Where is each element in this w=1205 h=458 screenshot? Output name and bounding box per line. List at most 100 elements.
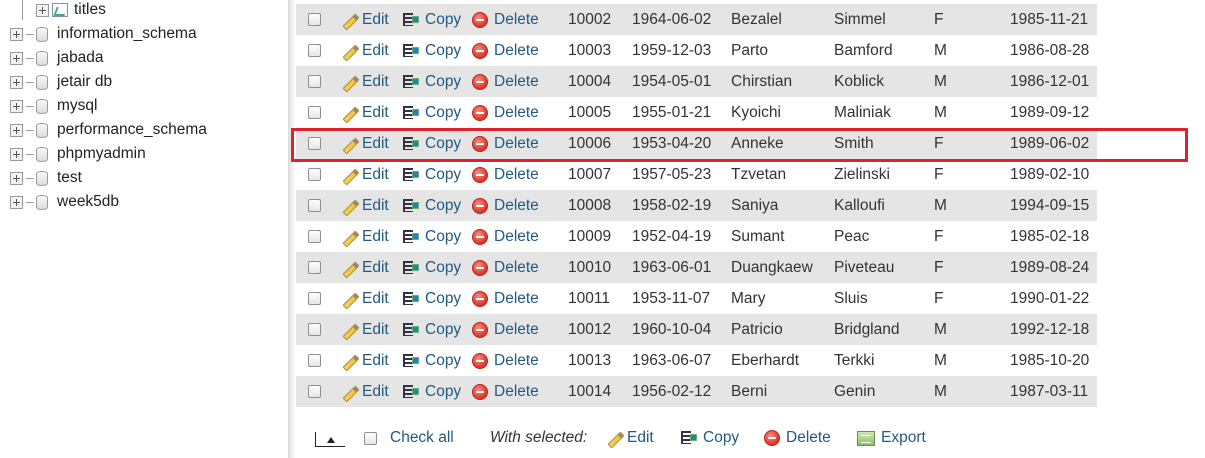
cell-hire-date[interactable]: 1989-09-12 <box>1010 97 1089 128</box>
row-checkbox[interactable] <box>308 13 321 26</box>
row-checkbox[interactable] <box>308 44 321 57</box>
row-edit-link[interactable]: Edit <box>340 4 389 35</box>
row-copy-link[interactable]: Copy <box>402 128 461 159</box>
row-delete-link[interactable]: Delete <box>472 252 539 283</box>
cell-last-name[interactable]: Koblick <box>834 66 884 97</box>
row-copy-link[interactable]: Copy <box>402 283 461 314</box>
sidebar-table-titles[interactable]: titles <box>36 0 106 22</box>
cell-first-name[interactable]: Parto <box>731 35 768 66</box>
cell-first-name[interactable]: Berni <box>731 376 767 407</box>
cell-last-name[interactable]: Piveteau <box>834 252 894 283</box>
expand-icon[interactable] <box>10 27 23 41</box>
row-edit-link[interactable]: Edit <box>340 314 389 345</box>
cell-last-name[interactable]: Maliniak <box>834 97 891 128</box>
cell-birth-date[interactable]: 1963-06-01 <box>632 252 711 283</box>
cell-gender[interactable]: M <box>934 35 947 66</box>
database-label[interactable]: phpmyadmin <box>57 145 146 163</box>
cell-last-name[interactable]: Zielinski <box>834 159 890 190</box>
row-copy-link[interactable]: Copy <box>402 314 461 345</box>
cell-hire-date[interactable]: 1989-08-24 <box>1010 252 1089 283</box>
row-copy-link[interactable]: Copy <box>402 66 461 97</box>
cell-first-name[interactable]: Tzvetan <box>731 159 786 190</box>
cell-birth-date[interactable]: 1955-01-21 <box>632 97 711 128</box>
sidebar-database-item[interactable]: week5db <box>10 190 119 214</box>
cell-first-name[interactable]: Chirstian <box>731 66 792 97</box>
bulk-edit-button[interactable]: Edit <box>605 422 654 454</box>
cell-first-name[interactable]: Sumant <box>731 221 784 252</box>
cell-hire-date[interactable]: 1985-02-18 <box>1010 221 1089 252</box>
sidebar-database-item[interactable]: jabada <box>10 46 104 70</box>
cell-hire-date[interactable]: 1985-10-20 <box>1010 345 1089 376</box>
cell-birth-date[interactable]: 1960-10-04 <box>632 314 711 345</box>
cell-birth-date[interactable]: 1963-06-07 <box>632 345 711 376</box>
cell-hire-date[interactable]: 1992-12-18 <box>1010 314 1089 345</box>
cell-hire-date[interactable]: 1989-06-02 <box>1010 128 1089 159</box>
bulk-delete-button[interactable]: Delete <box>764 422 831 454</box>
cell-gender[interactable]: F <box>934 252 943 283</box>
row-edit-link[interactable]: Edit <box>340 159 389 190</box>
row-checkbox[interactable] <box>308 137 321 150</box>
check-all-link[interactable]: Check all <box>390 422 454 454</box>
cell-emp-no[interactable]: 10005 <box>568 97 611 128</box>
cell-emp-no[interactable]: 10012 <box>568 314 611 345</box>
row-checkbox[interactable] <box>308 168 321 181</box>
expand-icon[interactable] <box>10 195 23 209</box>
cell-emp-no[interactable]: 10011 <box>568 283 610 314</box>
cell-hire-date[interactable]: 1985-11-21 <box>1010 4 1088 35</box>
row-checkbox[interactable] <box>308 354 321 367</box>
sidebar-database-item[interactable]: information_schema <box>10 22 197 46</box>
row-delete-link[interactable]: Delete <box>472 376 539 407</box>
cell-last-name[interactable]: Bridgland <box>834 314 900 345</box>
cell-emp-no[interactable]: 10010 <box>568 252 611 283</box>
cell-birth-date[interactable]: 1953-04-20 <box>632 128 711 159</box>
cell-last-name[interactable]: Sluis <box>834 283 868 314</box>
expand-icon[interactable] <box>10 75 23 89</box>
row-checkbox[interactable] <box>308 106 321 119</box>
row-edit-link[interactable]: Edit <box>340 97 389 128</box>
row-delete-link[interactable]: Delete <box>472 159 539 190</box>
row-delete-link[interactable]: Delete <box>472 221 539 252</box>
row-checkbox[interactable] <box>308 261 321 274</box>
cell-hire-date[interactable]: 1987-03-11 <box>1010 376 1088 407</box>
cell-hire-date[interactable]: 1986-08-28 <box>1010 35 1089 66</box>
cell-gender[interactable]: M <box>934 190 947 221</box>
row-copy-link[interactable]: Copy <box>402 345 461 376</box>
row-delete-link[interactable]: Delete <box>472 4 539 35</box>
row-checkbox[interactable] <box>308 385 321 398</box>
cell-first-name[interactable]: Patricio <box>731 314 783 345</box>
row-copy-link[interactable]: Copy <box>402 376 461 407</box>
cell-gender[interactable]: F <box>934 4 943 35</box>
row-edit-link[interactable]: Edit <box>340 35 389 66</box>
expand-icon[interactable] <box>10 171 23 185</box>
cell-gender[interactable]: F <box>934 159 943 190</box>
cell-birth-date[interactable]: 1952-04-19 <box>632 221 711 252</box>
row-checkbox[interactable] <box>308 75 321 88</box>
row-copy-link[interactable]: Copy <box>402 190 461 221</box>
cell-gender[interactable]: M <box>934 66 947 97</box>
row-edit-link[interactable]: Edit <box>340 190 389 221</box>
cell-gender[interactable]: F <box>934 283 943 314</box>
row-copy-link[interactable]: Copy <box>402 159 461 190</box>
sidebar-database-item[interactable]: phpmyadmin <box>10 142 146 166</box>
row-checkbox[interactable] <box>308 323 321 336</box>
cell-hire-date[interactable]: 1989-02-10 <box>1010 159 1089 190</box>
row-delete-link[interactable]: Delete <box>472 345 539 376</box>
row-edit-link[interactable]: Edit <box>340 252 389 283</box>
bulk-copy-button[interactable]: Copy <box>680 422 739 454</box>
expand-icon[interactable] <box>10 99 23 113</box>
expand-icon[interactable] <box>10 147 23 161</box>
row-edit-link[interactable]: Edit <box>340 66 389 97</box>
row-delete-link[interactable]: Delete <box>472 35 539 66</box>
row-copy-link[interactable]: Copy <box>402 97 461 128</box>
cell-gender[interactable]: F <box>934 221 943 252</box>
cell-emp-no[interactable]: 10014 <box>568 376 611 407</box>
row-delete-link[interactable]: Delete <box>472 314 539 345</box>
cell-last-name[interactable]: Smith <box>834 128 874 159</box>
row-edit-link[interactable]: Edit <box>340 283 389 314</box>
cell-birth-date[interactable]: 1958-02-19 <box>632 190 711 221</box>
cell-first-name[interactable]: Bezalel <box>731 4 782 35</box>
database-label[interactable]: week5db <box>57 193 119 211</box>
cell-gender[interactable]: M <box>934 345 947 376</box>
cell-hire-date[interactable]: 1986-12-01 <box>1010 66 1089 97</box>
cell-birth-date[interactable]: 1957-05-23 <box>632 159 711 190</box>
